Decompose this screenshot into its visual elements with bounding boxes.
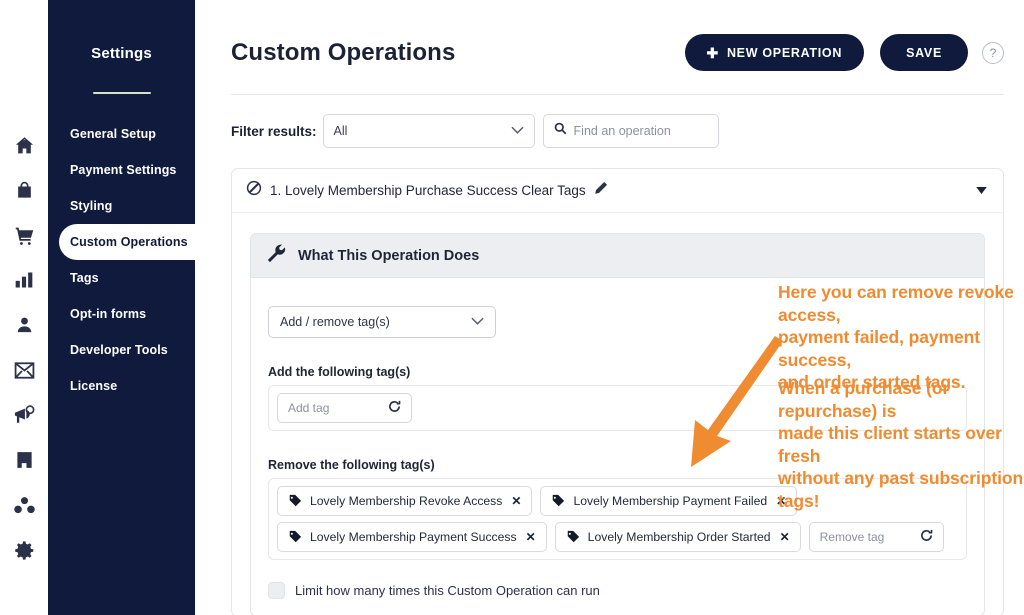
help-icon[interactable]: ? [982, 42, 1004, 64]
user-icon[interactable] [11, 312, 37, 338]
tag-pill-label: Lovely Membership Payment Failed [573, 494, 767, 508]
chevron-down-icon [471, 316, 484, 328]
what-operation-does-title: What This Operation Does [298, 248, 479, 264]
sidebar-item-custom-operations[interactable]: Custom Operations [59, 224, 207, 260]
tag-pill-label: Lovely Membership Order Started [588, 530, 771, 544]
sidebar-item-general-setup[interactable]: General Setup [48, 116, 195, 152]
wrench-icon [267, 244, 286, 268]
save-label: SAVE [906, 46, 942, 60]
sidebar-item-license[interactable]: License [48, 368, 195, 404]
sidebar-item-opt-in-forms[interactable]: Opt-in forms [48, 296, 195, 332]
plus-icon: ✚ [707, 46, 719, 60]
search-placeholder: Find an operation [574, 124, 671, 138]
remove-tags-container: Lovely Membership Revoke Access ✕ Lovely… [268, 478, 967, 560]
add-tags-label: Add the following tag(s) [268, 365, 967, 379]
icon-rail [0, 0, 48, 615]
limit-run-label: Limit how many times this Custom Operati… [295, 583, 600, 598]
gear-icon[interactable] [11, 537, 37, 563]
close-icon[interactable]: ✕ [780, 530, 790, 544]
search-operation-input[interactable]: Find an operation [543, 114, 719, 148]
close-icon[interactable]: ✕ [776, 494, 786, 508]
close-icon[interactable]: ✕ [511, 494, 521, 508]
sidebar-item-tags[interactable]: Tags [48, 260, 195, 296]
envelope-icon[interactable] [11, 357, 37, 383]
edit-pencil-icon[interactable] [594, 181, 608, 200]
what-operation-does-body: Add / remove tag(s) Add the following ta… [251, 278, 984, 615]
sidebar-item-developer-tools[interactable]: Developer Tools [48, 332, 195, 368]
refresh-icon[interactable] [920, 529, 933, 545]
sidebar-nav: General Setup Payment Settings Styling C… [48, 116, 195, 404]
operation-card: 1. Lovely Membership Purchase Success Cl… [231, 168, 1004, 615]
search-icon [554, 122, 567, 140]
tag-pill[interactable]: Lovely Membership Revoke Access ✕ [277, 486, 532, 516]
settings-sidebar: Settings General Setup Payment Settings … [48, 0, 195, 615]
tag-pill[interactable]: Lovely Membership Payment Success ✕ [277, 522, 547, 552]
book-icon[interactable] [11, 447, 37, 473]
sidebar-item-styling[interactable]: Styling [48, 188, 195, 224]
remove-tag-input[interactable]: Remove tag [809, 522, 944, 552]
operation-body: What This Operation Does Add / remove ta… [232, 213, 1003, 615]
operation-title: 1. Lovely Membership Purchase Success Cl… [270, 183, 586, 198]
tag-pill[interactable]: Lovely Membership Payment Failed ✕ [540, 486, 797, 516]
page-title: Custom Operations [231, 39, 685, 67]
what-operation-does-card: What This Operation Does Add / remove ta… [250, 233, 985, 615]
what-operation-does-header: What This Operation Does [251, 234, 984, 278]
remove-tags-label: Remove the following tag(s) [268, 458, 967, 472]
new-operation-button[interactable]: ✚ NEW OPERATION [685, 34, 865, 71]
tag-icon [288, 494, 302, 508]
tag-slash-icon [246, 180, 262, 201]
bar-chart-icon[interactable] [11, 267, 37, 293]
filter-label: Filter results: [231, 124, 317, 139]
action-type-select[interactable]: Add / remove tag(s) [268, 306, 496, 338]
header-divider [231, 94, 1004, 95]
tag-icon [551, 494, 565, 508]
tag-pill-label: Lovely Membership Payment Success [310, 530, 517, 544]
filter-row: Filter results: All Find an operation [231, 114, 1024, 148]
shop-bag-icon[interactable] [11, 177, 37, 203]
filter-select[interactable]: All [323, 114, 535, 148]
close-icon[interactable]: ✕ [526, 530, 536, 544]
action-type-value: Add / remove tag(s) [280, 315, 471, 329]
megaphone-icon[interactable] [11, 402, 37, 428]
remove-tag-placeholder: Remove tag [820, 530, 894, 544]
group-dots-icon[interactable] [11, 492, 37, 518]
sidebar-item-payment-settings[interactable]: Payment Settings [48, 152, 195, 188]
refresh-icon[interactable] [388, 400, 401, 416]
add-tags-container: Add tag [268, 385, 967, 431]
operation-header[interactable]: 1. Lovely Membership Purchase Success Cl… [232, 169, 1003, 213]
page-header: Custom Operations ✚ NEW OPERATION SAVE ? [231, 0, 1024, 71]
tag-icon [566, 530, 580, 544]
app-root: Settings General Setup Payment Settings … [0, 0, 1024, 615]
sidebar-title: Settings [48, 45, 195, 62]
home-icon[interactable] [11, 132, 37, 158]
save-button[interactable]: SAVE [880, 34, 968, 71]
tag-pill[interactable]: Lovely Membership Order Started ✕ [555, 522, 801, 552]
collapse-caret-icon[interactable] [976, 186, 987, 196]
limit-run-checkbox[interactable] [268, 582, 285, 599]
new-operation-label: NEW OPERATION [727, 46, 842, 60]
tag-pill-label: Lovely Membership Revoke Access [310, 494, 502, 508]
limit-run-row: Limit how many times this Custom Operati… [268, 582, 967, 615]
add-tag-placeholder: Add tag [288, 401, 362, 415]
main-content: Custom Operations ✚ NEW OPERATION SAVE ?… [195, 0, 1024, 615]
sidebar-divider [93, 92, 151, 94]
filter-select-value: All [334, 124, 511, 138]
chevron-down-icon [511, 125, 524, 137]
tag-icon [288, 530, 302, 544]
add-tag-input[interactable]: Add tag [277, 393, 412, 423]
cart-icon[interactable] [11, 222, 37, 248]
